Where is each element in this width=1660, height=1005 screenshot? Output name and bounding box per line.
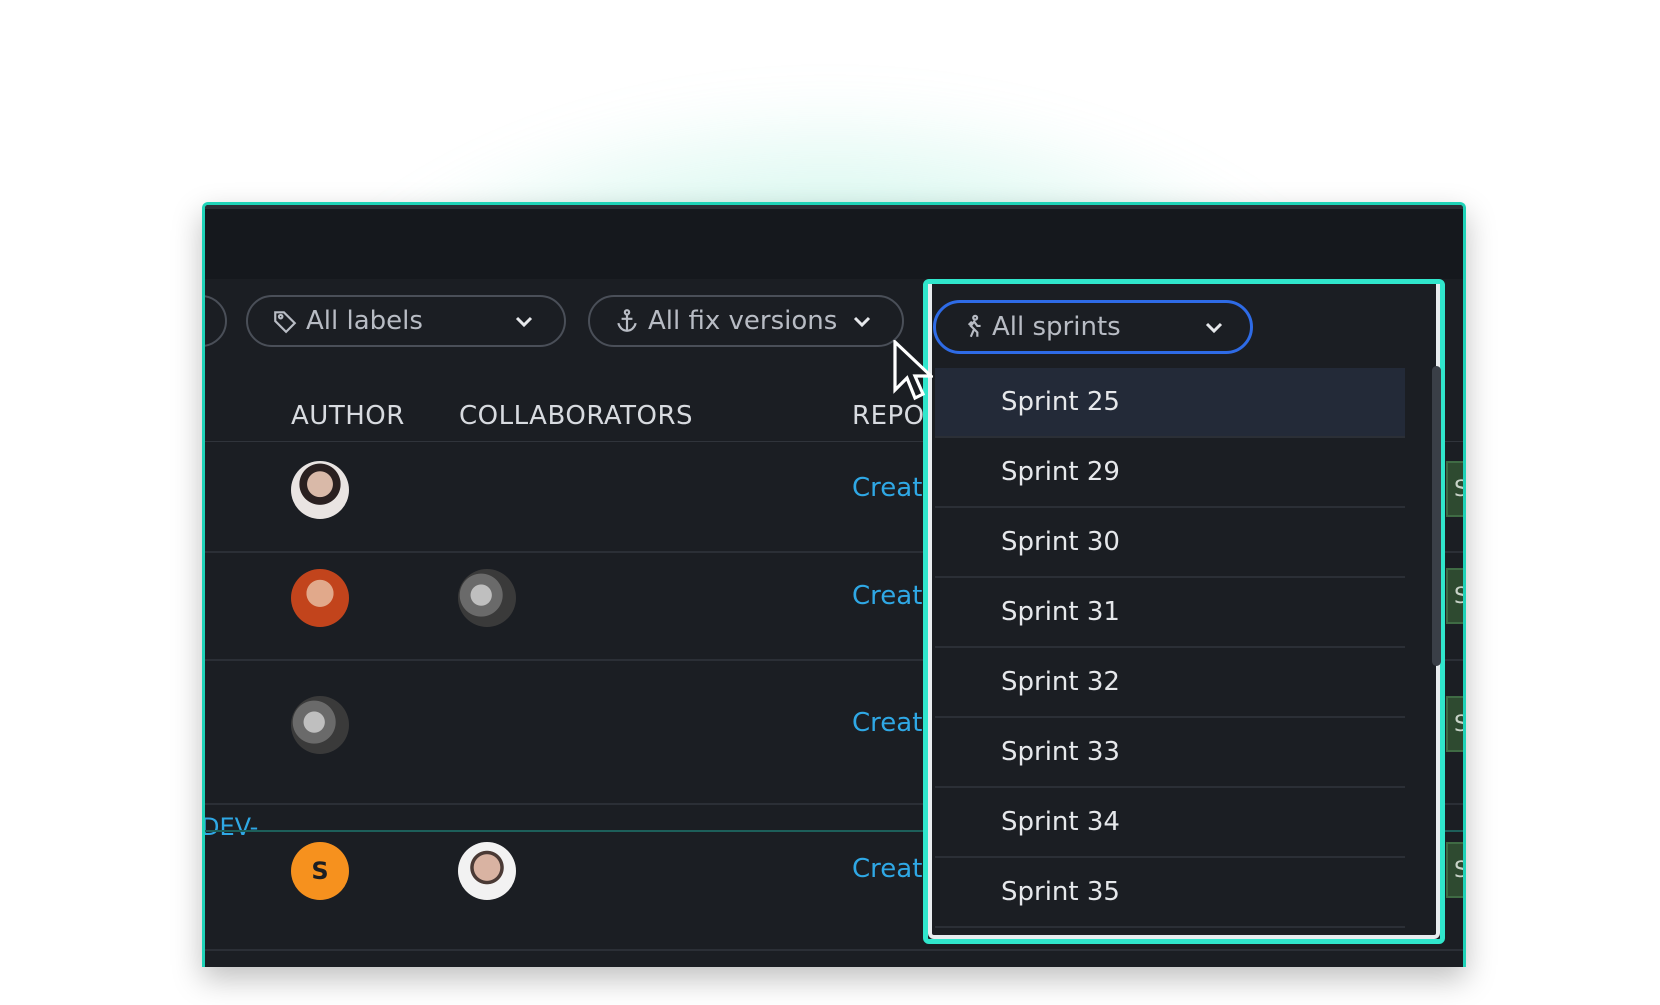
sprint-option[interactable]: Sprint 31 <box>935 578 1405 648</box>
repo-link[interactable]: Creat <box>852 854 922 884</box>
column-collaborators[interactable]: COLLABORATORS <box>459 401 693 431</box>
author-avatar[interactable] <box>291 461 349 519</box>
labels-filter-label: All labels <box>306 306 423 336</box>
author-avatar[interactable] <box>291 696 349 754</box>
sprints-filter[interactable]: All sprints <box>933 300 1253 354</box>
chevron-down-icon <box>512 308 538 334</box>
runner-icon <box>960 313 988 341</box>
column-author[interactable]: AUTHOR <box>291 401 405 431</box>
fix-versions-filter[interactable]: All fix versions <box>588 295 904 347</box>
labels-filter[interactable]: All labels <box>246 295 566 347</box>
collaborator-avatar[interactable] <box>458 569 516 627</box>
sprint-option[interactable]: Sprint 29 <box>935 438 1405 508</box>
sprints-filter-label: All sprints <box>992 312 1121 342</box>
fix-versions-filter-label: All fix versions <box>648 306 838 336</box>
filter-partial[interactable] <box>205 295 227 347</box>
sprint-option[interactable]: Sprint 35 <box>935 858 1405 928</box>
status-badge[interactable]: St <box>1446 696 1463 752</box>
row-divider <box>205 949 1463 951</box>
status-badge[interactable]: St <box>1446 568 1463 624</box>
tag-icon <box>272 307 300 335</box>
anchor-icon <box>614 307 642 335</box>
repo-link[interactable]: Creat <box>852 708 922 738</box>
sprint-option[interactable]: Sprint 25 <box>935 368 1405 438</box>
repo-link[interactable]: Creat <box>852 473 922 503</box>
top-bar <box>205 205 1463 279</box>
author-avatar[interactable] <box>291 569 349 627</box>
author-avatar[interactable]: S <box>291 842 349 900</box>
sprint-dropdown-highlight: All sprints Sprint 25 Sprint 29 Sprint 3… <box>923 279 1445 944</box>
chevron-down-icon <box>1202 315 1226 339</box>
status-badge[interactable]: St <box>1446 461 1463 517</box>
column-repo[interactable]: REPO <box>852 401 925 431</box>
sprint-option[interactable]: Sprint 34 <box>935 788 1405 858</box>
mouse-cursor-icon <box>893 340 933 401</box>
collaborator-avatar[interactable] <box>458 842 516 900</box>
sprint-option[interactable]: Sprint 33 <box>935 718 1405 788</box>
chevron-down-icon <box>850 308 876 334</box>
sprint-option[interactable]: Sprint 32 <box>935 648 1405 718</box>
issue-key-link[interactable]: DEV- <box>205 813 258 841</box>
repo-link[interactable]: Creat <box>852 581 922 611</box>
sprint-option[interactable]: Sprint 30 <box>935 508 1405 578</box>
dropdown-scrollbar[interactable] <box>1432 366 1441 666</box>
sprint-menu: Sprint 25 Sprint 29 Sprint 30 Sprint 31 … <box>935 368 1405 938</box>
status-badge[interactable]: St <box>1446 842 1463 898</box>
